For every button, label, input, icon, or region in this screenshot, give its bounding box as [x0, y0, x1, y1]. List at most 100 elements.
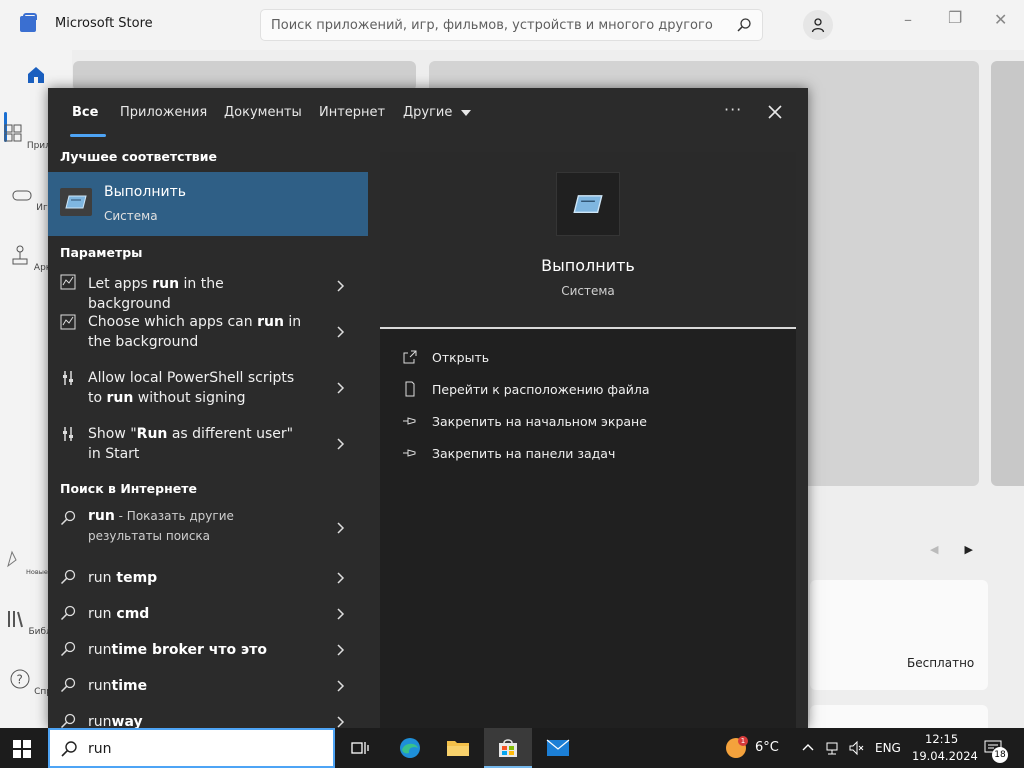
store-hero-card[interactable] [73, 61, 416, 91]
weather-alert-badge: 1 [738, 736, 748, 746]
search-panel: Все Приложения Документы Интернет Другие… [48, 88, 808, 728]
settings-result[interactable]: Allow local PowerShell scripts to run wi… [48, 360, 368, 416]
web-result-text: run - Показать другие результаты поиска [88, 508, 234, 543]
store-search-placeholder: Поиск приложений, игр, фильмов, устройст… [271, 18, 713, 33]
tab-web[interactable]: Интернет [319, 105, 385, 120]
best-match-result[interactable]: Выполнить Система [48, 172, 368, 236]
web-result[interactable]: runtime broker что это [48, 632, 368, 668]
settings-result[interactable]: Show "Run as different user" in Start [48, 416, 368, 472]
library-icon [7, 611, 23, 628]
mail-icon [546, 739, 570, 756]
gamepad-icon [12, 190, 32, 201]
store-icon [499, 739, 517, 757]
web-result-text: run cmd [88, 606, 150, 622]
chevron-right-icon[interactable] [336, 438, 346, 450]
chevron-right-icon[interactable] [336, 608, 346, 620]
store-logo-icon [20, 13, 37, 32]
pin-icon [403, 449, 416, 457]
mail-taskbar-button[interactable] [534, 728, 582, 768]
pin-icon [403, 417, 416, 425]
run-app-icon [60, 188, 92, 216]
activity-settings-icon [60, 274, 76, 290]
maximize-button[interactable]: ❐ [948, 8, 962, 27]
settings-result[interactable]: Let apps run in the background [48, 264, 368, 312]
clock-time[interactable]: 12:15 [925, 732, 958, 746]
minimize-button[interactable]: – [904, 10, 912, 29]
task-view-button[interactable] [336, 728, 384, 768]
chevron-right-icon[interactable] [336, 326, 346, 338]
taskbar-search-value: run [88, 741, 112, 757]
best-match-title: Выполнить [104, 184, 186, 200]
close-window-button[interactable]: ✕ [994, 10, 1007, 29]
taskbar: run 1 6°C ENG 12:15 19.04.2024 18 [0, 728, 1024, 768]
task-view-icon [351, 742, 369, 754]
web-result[interactable]: runtime [48, 668, 368, 704]
clock-date[interactable]: 19.04.2024 [912, 749, 978, 763]
section-settings: Параметры [60, 245, 143, 260]
taskbar-search-box[interactable]: run [48, 728, 335, 768]
store-app-tile[interactable] [810, 580, 988, 690]
open-icon [403, 350, 417, 364]
weather-temperature[interactable]: 6°C [755, 740, 779, 755]
carousel-arrows[interactable]: ◀ ▶ [930, 543, 973, 556]
search-tabs: Все Приложения Документы Интернет Другие… [48, 88, 808, 140]
network-icon[interactable] [825, 740, 841, 756]
search-icon [60, 605, 76, 621]
settings-result-text: Show "Run as different user" in Start [88, 426, 294, 462]
run-app-icon [556, 172, 620, 236]
preview-header: Выполнить Система [380, 152, 796, 327]
settings-result[interactable]: Choose which apps can run in the backgro… [48, 304, 368, 360]
tab-more-label: Другие [403, 105, 453, 120]
chevron-right-icon[interactable] [336, 572, 346, 584]
volume-muted-icon[interactable] [848, 740, 866, 756]
search-icon [60, 713, 76, 728]
store-hero-card[interactable] [991, 61, 1024, 486]
settings-result-text: Choose which apps can run in the backgro… [88, 314, 302, 350]
store-titlebar: Microsoft Store Поиск приложений, игр, ф… [0, 0, 1024, 50]
price-label: Бесплатно [907, 656, 975, 670]
best-match-subtitle: Система [104, 209, 158, 223]
account-avatar[interactable] [803, 10, 833, 40]
edge-taskbar-button[interactable] [386, 728, 434, 768]
chevron-up-icon[interactable] [802, 742, 814, 752]
tab-documents[interactable]: Документы [224, 105, 302, 120]
web-result-text: run temp [88, 570, 158, 586]
search-icon [61, 741, 77, 757]
store-search-input[interactable]: Поиск приложений, игр, фильмов, устройст… [260, 9, 763, 41]
search-icon [60, 677, 76, 693]
more-options-button[interactable]: ··· [724, 100, 742, 119]
svg-text:?: ? [17, 673, 23, 687]
chevron-right-icon[interactable] [336, 522, 346, 534]
chevron-right-icon[interactable] [336, 680, 346, 692]
search-icon [737, 18, 751, 32]
preview-title: Выполнить [541, 256, 635, 275]
chevron-right-icon[interactable] [336, 644, 346, 656]
tab-apps[interactable]: Приложения [120, 105, 207, 120]
active-tab-indicator [70, 134, 106, 137]
sparkle-icon [7, 550, 17, 568]
input-language[interactable]: ENG [875, 741, 901, 755]
folder-icon [447, 741, 469, 756]
results-list: Лучшее соответствие Выполнить Система Па… [48, 140, 368, 728]
windows-start-icon[interactable] [12, 739, 32, 759]
web-result[interactable]: runway [48, 704, 368, 728]
search-icon [60, 510, 76, 526]
web-result[interactable]: run - Показать другие результаты поиска [48, 500, 368, 556]
file-explorer-taskbar-button[interactable] [434, 728, 482, 768]
tab-more[interactable]: Другие [403, 105, 471, 120]
notification-count-badge: 18 [992, 747, 1008, 763]
file-location-icon [405, 381, 415, 397]
web-result-text: runway [88, 714, 143, 728]
tab-all[interactable]: Все [72, 105, 98, 120]
result-preview-pane: Выполнить Система Открыть Перейти к расп… [380, 152, 796, 728]
chevron-right-icon[interactable] [336, 716, 346, 728]
developer-tools-icon [63, 427, 73, 441]
web-result[interactable]: run cmd [48, 596, 368, 632]
settings-result-text: Allow local PowerShell scripts to run wi… [88, 370, 295, 406]
joystick-icon [12, 245, 28, 265]
chevron-right-icon[interactable] [336, 382, 346, 394]
web-result[interactable]: run temp [48, 560, 368, 596]
close-icon[interactable] [764, 101, 786, 123]
microsoft-store-taskbar-button[interactable] [484, 728, 532, 768]
chevron-right-icon[interactable] [336, 280, 346, 292]
